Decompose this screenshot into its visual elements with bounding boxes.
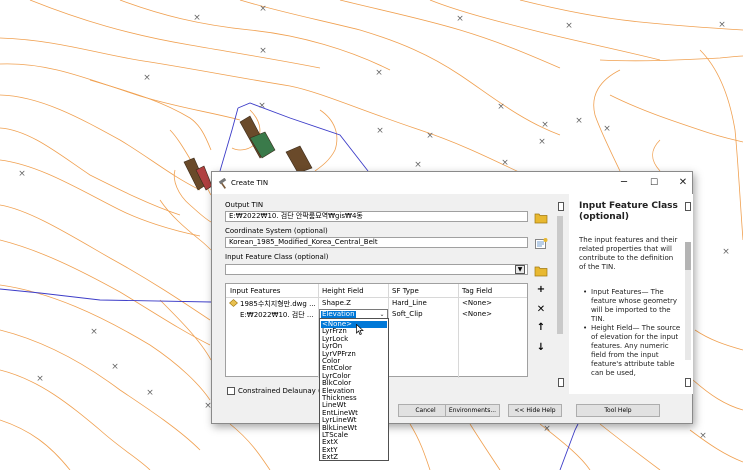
help-splitter-toggle[interactable] bbox=[558, 378, 564, 387]
help-body: The input features and their related pro… bbox=[579, 236, 678, 271]
survey-point-marker: × bbox=[111, 362, 119, 372]
input-feature-class-field[interactable] bbox=[225, 264, 528, 275]
chevron-down-icon[interactable]: ▼ bbox=[515, 265, 525, 274]
help-bullets: Input Features— The feature whose geomet… bbox=[583, 288, 683, 378]
browse-folder-icon[interactable] bbox=[534, 264, 548, 277]
mouse-cursor-icon bbox=[356, 324, 364, 335]
tool-help-button[interactable]: Tool Help bbox=[576, 404, 660, 417]
survey-point-marker: × bbox=[143, 73, 151, 83]
survey-point-marker: × bbox=[565, 21, 573, 31]
scrollbar[interactable] bbox=[557, 216, 563, 334]
header-divider bbox=[226, 297, 527, 298]
close-button[interactable]: ✕ bbox=[676, 176, 690, 190]
table-cell[interactable]: Shape.Z bbox=[322, 299, 351, 307]
remove-row-button[interactable]: ✕ bbox=[534, 303, 548, 317]
create-tin-dialog: Create TIN ─ ☐ ✕ Output TIN E:₩2022₩10. … bbox=[211, 171, 693, 424]
survey-point-marker: × bbox=[259, 46, 267, 56]
move-up-button[interactable]: ↑ bbox=[534, 321, 548, 335]
survey-point-marker: × bbox=[699, 431, 707, 441]
help-scroll-toggle[interactable] bbox=[685, 202, 691, 211]
column-header[interactable]: Height Field bbox=[322, 287, 364, 295]
survey-point-marker: × bbox=[258, 101, 266, 111]
column-header[interactable]: Tag Field bbox=[462, 287, 492, 295]
maximize-button[interactable]: ☐ bbox=[647, 176, 661, 190]
survey-point-marker: × bbox=[575, 116, 583, 126]
help-bullet: Height Field— The source of elevation fo… bbox=[583, 324, 683, 378]
title-bar[interactable]: Create TIN ─ ☐ ✕ bbox=[212, 172, 692, 194]
height-field-dropdown-list[interactable]: <None> LyrFrzn LyrLock LyrOn LyrVPFrzn Color E… bbox=[319, 318, 389, 461]
constrained-delaunay-label: Constrained Delaunay (o bbox=[238, 387, 325, 395]
survey-point-marker: × bbox=[497, 102, 505, 112]
height-field-option[interactable]: ExtZ bbox=[321, 454, 387, 461]
add-row-button[interactable]: + bbox=[534, 283, 548, 297]
survey-point-marker: × bbox=[375, 68, 383, 78]
help-bullet: Input Features— The feature whose geomet… bbox=[583, 288, 683, 324]
move-down-button[interactable]: ↓ bbox=[534, 341, 548, 355]
help-scrollbar-thumb[interactable] bbox=[685, 242, 691, 270]
output-tin-label: Output TIN bbox=[225, 201, 264, 209]
survey-point-marker: × bbox=[18, 169, 26, 179]
constrained-delaunay-checkbox[interactable] bbox=[227, 387, 235, 395]
survey-point-marker: × bbox=[36, 374, 44, 384]
help-title: Input Feature Class (optional) bbox=[579, 201, 678, 222]
table-cell[interactable]: 1985수치지형만.dwg ... bbox=[240, 299, 316, 309]
output-tin-field[interactable]: E:₩2022₩10. 검단 안팍룸묘역₩gis₩4동 bbox=[225, 211, 528, 222]
survey-point-marker: × bbox=[193, 13, 201, 23]
table-cell[interactable]: Soft_Clip bbox=[392, 310, 423, 318]
chevron-down-icon[interactable]: ⌄ bbox=[378, 311, 386, 318]
help-splitter-toggle[interactable] bbox=[558, 202, 564, 211]
survey-point-marker: × bbox=[376, 126, 384, 136]
column-divider bbox=[458, 284, 459, 378]
minimize-button[interactable]: ─ bbox=[617, 176, 631, 190]
hammer-icon bbox=[218, 178, 227, 189]
help-panel: Input Feature Class (optional) The input… bbox=[569, 194, 693, 394]
survey-point-marker: × bbox=[90, 327, 98, 337]
browse-folder-icon[interactable] bbox=[534, 211, 548, 224]
coordinate-system-field[interactable]: Korean_1985_Modified_Korea_Central_Belt bbox=[225, 237, 528, 248]
survey-point-marker: × bbox=[414, 160, 422, 170]
boundary-line bbox=[559, 423, 579, 470]
survey-point-marker: × bbox=[456, 14, 464, 24]
hide-help-button[interactable]: << Hide Help bbox=[508, 404, 562, 417]
help-scroll-toggle[interactable] bbox=[685, 378, 691, 387]
survey-point-marker: × bbox=[722, 247, 730, 257]
feature-class-icon bbox=[229, 299, 238, 307]
survey-point-marker: × bbox=[603, 124, 611, 134]
table-cell[interactable]: <None> bbox=[462, 299, 492, 307]
column-header[interactable]: Input Features bbox=[230, 287, 280, 295]
survey-point-marker: × bbox=[541, 120, 549, 130]
building-footprint bbox=[285, 145, 313, 174]
survey-point-marker: × bbox=[718, 20, 726, 30]
spatial-reference-icon[interactable] bbox=[534, 237, 548, 250]
height-field-selected: Elevation bbox=[321, 310, 356, 318]
input-feature-class-label: Input Feature Class (optional) bbox=[225, 253, 329, 261]
survey-point-marker: × bbox=[259, 4, 267, 14]
column-header[interactable]: SF Type bbox=[392, 287, 419, 295]
coordinate-system-label: Coordinate System (optional) bbox=[225, 227, 328, 235]
survey-point-marker: × bbox=[426, 131, 434, 141]
survey-point-marker: × bbox=[538, 137, 546, 147]
table-cell[interactable]: <None> bbox=[462, 310, 492, 318]
table-cell[interactable]: Hard_Line bbox=[392, 299, 427, 307]
table-cell[interactable]: E:₩2022₩10. 검단 ... bbox=[240, 310, 314, 320]
survey-point-marker: × bbox=[501, 158, 509, 168]
survey-point-marker: × bbox=[543, 424, 551, 434]
environments-button[interactable]: Environments... bbox=[445, 404, 500, 417]
window-title: Create TIN bbox=[231, 179, 269, 187]
survey-point-marker: × bbox=[146, 388, 154, 398]
